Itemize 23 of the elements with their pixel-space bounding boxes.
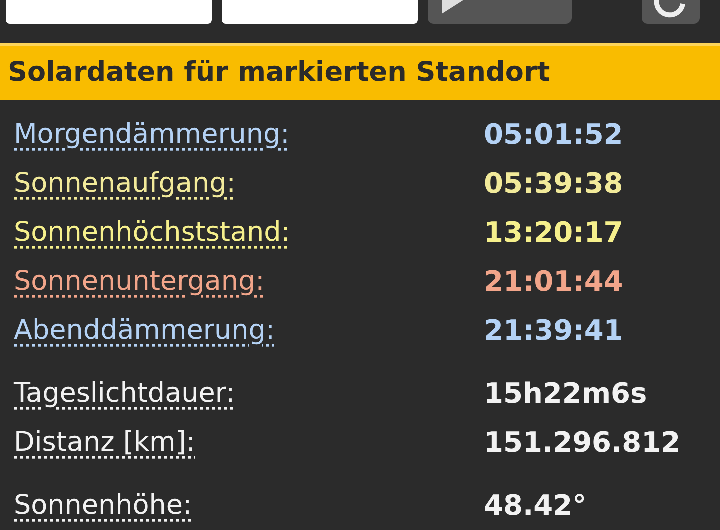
data-value: 15h22m6s xyxy=(484,377,648,410)
data-label[interactable]: Distanz [km]: xyxy=(14,427,484,458)
data-label[interactable]: Morgendämmerung: xyxy=(14,119,484,150)
time-field[interactable] xyxy=(222,0,418,24)
data-label[interactable]: Sonnenuntergang: xyxy=(14,266,484,297)
data-value: 151.296.812 xyxy=(484,426,681,459)
data-value: 05:01:52 xyxy=(484,118,624,151)
data-label[interactable]: Sonnenaufgang: xyxy=(14,168,484,199)
data-value: 48.42° xyxy=(484,489,587,522)
refresh-icon xyxy=(654,0,686,18)
data-value: 21:39:41 xyxy=(484,314,624,347)
data-label[interactable]: Abenddämmerung: xyxy=(14,315,484,346)
play-icon xyxy=(442,0,464,16)
data-value: 21:01:44 xyxy=(484,265,624,298)
date-field[interactable] xyxy=(6,0,212,24)
data-label[interactable]: Tageslichtdauer: xyxy=(14,378,484,409)
data-label[interactable]: Sonnenhöchststand: xyxy=(14,217,484,248)
data-value: 13:20:17 xyxy=(484,216,624,249)
data-value: 05:39:38 xyxy=(484,167,624,200)
panel-title: Solardaten für markierten Standort xyxy=(0,42,720,100)
data-label[interactable]: Sonnenhöhe: xyxy=(14,490,484,521)
live-button[interactable] xyxy=(428,0,572,24)
refresh-button[interactable] xyxy=(642,0,700,24)
